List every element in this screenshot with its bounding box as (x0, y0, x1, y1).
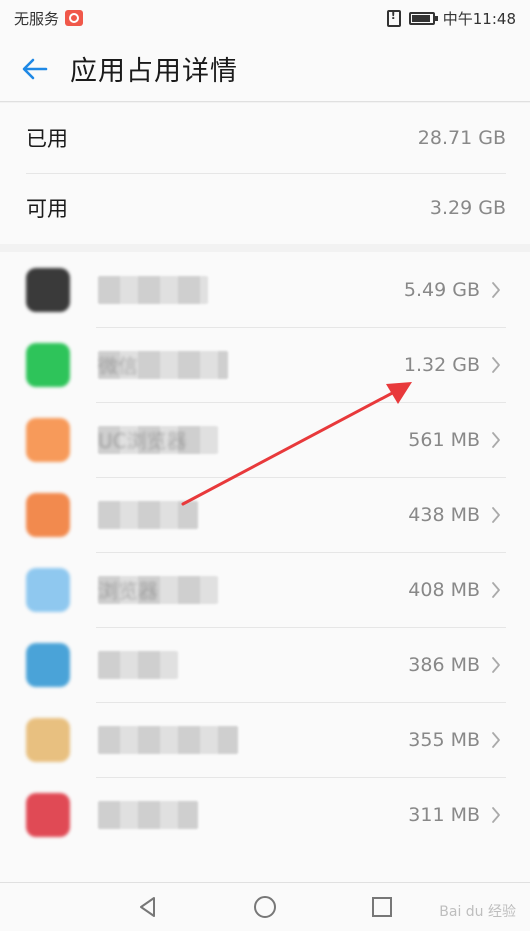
app-name-redacted (98, 650, 178, 679)
wechat-icon (26, 342, 70, 387)
back-arrow-icon (22, 58, 48, 79)
browser-icon (26, 417, 70, 462)
carrier-label: 无服务 (14, 9, 60, 28)
app-size: 1.32 GB (403, 353, 480, 376)
chevron-right-icon (490, 430, 502, 450)
nav-recents-button[interactable] (362, 887, 402, 927)
status-right: 中午11:48 (386, 8, 516, 29)
storage-label: 可用 (26, 197, 68, 221)
battery-icon (408, 11, 438, 25)
app-icon (26, 792, 70, 837)
app-icon (26, 492, 70, 537)
circle-home-icon (253, 896, 276, 918)
sim-alert-icon (386, 9, 401, 27)
notification-app-icon (65, 10, 84, 26)
app-row[interactable]: 微信 1.32 GB (0, 327, 530, 402)
page-title: 应用占用详情 (70, 56, 238, 87)
app-size: 311 MB (408, 803, 480, 826)
chevron-right-icon (490, 655, 502, 675)
app-size: 438 MB (408, 503, 480, 526)
app-row[interactable]: 386 MB (0, 627, 530, 702)
app-name: UC浏览器 (98, 429, 187, 453)
app-icon (26, 642, 70, 687)
storage-label: 已用 (26, 127, 68, 151)
app-list: 5.49 GB 微信 1.32 GB UC浏览器 561 MB 438 MB 浏览器 408 … (0, 252, 530, 882)
back-button[interactable] (0, 36, 70, 102)
app-size: 561 MB (408, 428, 480, 451)
app-header: 应用占用详情 (0, 36, 530, 102)
chevron-right-icon (490, 355, 502, 375)
app-row[interactable]: 355 MB (0, 702, 530, 777)
nav-back-button[interactable] (128, 887, 168, 927)
chevron-right-icon (490, 280, 502, 300)
storage-row-available: 可用 3.29 GB (0, 173, 530, 243)
nav-home-button[interactable] (245, 887, 285, 927)
qq-icon (26, 267, 70, 312)
app-row[interactable]: 浏览器 408 MB (0, 552, 530, 627)
status-bar: 无服务 中午11:48 (0, 0, 530, 36)
app-size: 408 MB (408, 578, 480, 601)
app-row[interactable]: UC浏览器 561 MB (0, 402, 530, 477)
app-size: 386 MB (408, 653, 480, 676)
app-name-redacted (98, 500, 198, 529)
app-row[interactable]: 438 MB (0, 477, 530, 552)
app-name-redacted (98, 725, 238, 754)
status-left: 无服务 (14, 8, 84, 29)
app-icon (26, 717, 70, 762)
storage-summary: 已用 28.71 GB 可用 3.29 GB (0, 103, 530, 244)
storage-value: 28.71 GB (417, 127, 506, 149)
browser-icon (26, 567, 70, 612)
triangle-back-icon (140, 897, 156, 917)
app-name-redacted (98, 275, 208, 304)
app-row[interactable]: 5.49 GB (0, 252, 530, 327)
storage-row-used: 已用 28.71 GB (0, 103, 530, 173)
chevron-right-icon (490, 805, 502, 825)
chevron-right-icon (490, 580, 502, 600)
chevron-right-icon (490, 505, 502, 525)
app-name-redacted (98, 800, 198, 829)
app-name: 浏览器 (98, 579, 158, 603)
app-size: 5.49 GB (403, 278, 480, 301)
app-row[interactable]: 311 MB (0, 777, 530, 852)
app-name: 微信 (98, 354, 138, 378)
app-size: 355 MB (408, 728, 480, 751)
clock: 中午11:48 (442, 9, 516, 28)
square-recents-icon (371, 897, 392, 917)
chevron-right-icon (490, 730, 502, 750)
storage-value: 3.29 GB (429, 197, 506, 219)
watermark: Bai du 经验 (439, 904, 516, 920)
